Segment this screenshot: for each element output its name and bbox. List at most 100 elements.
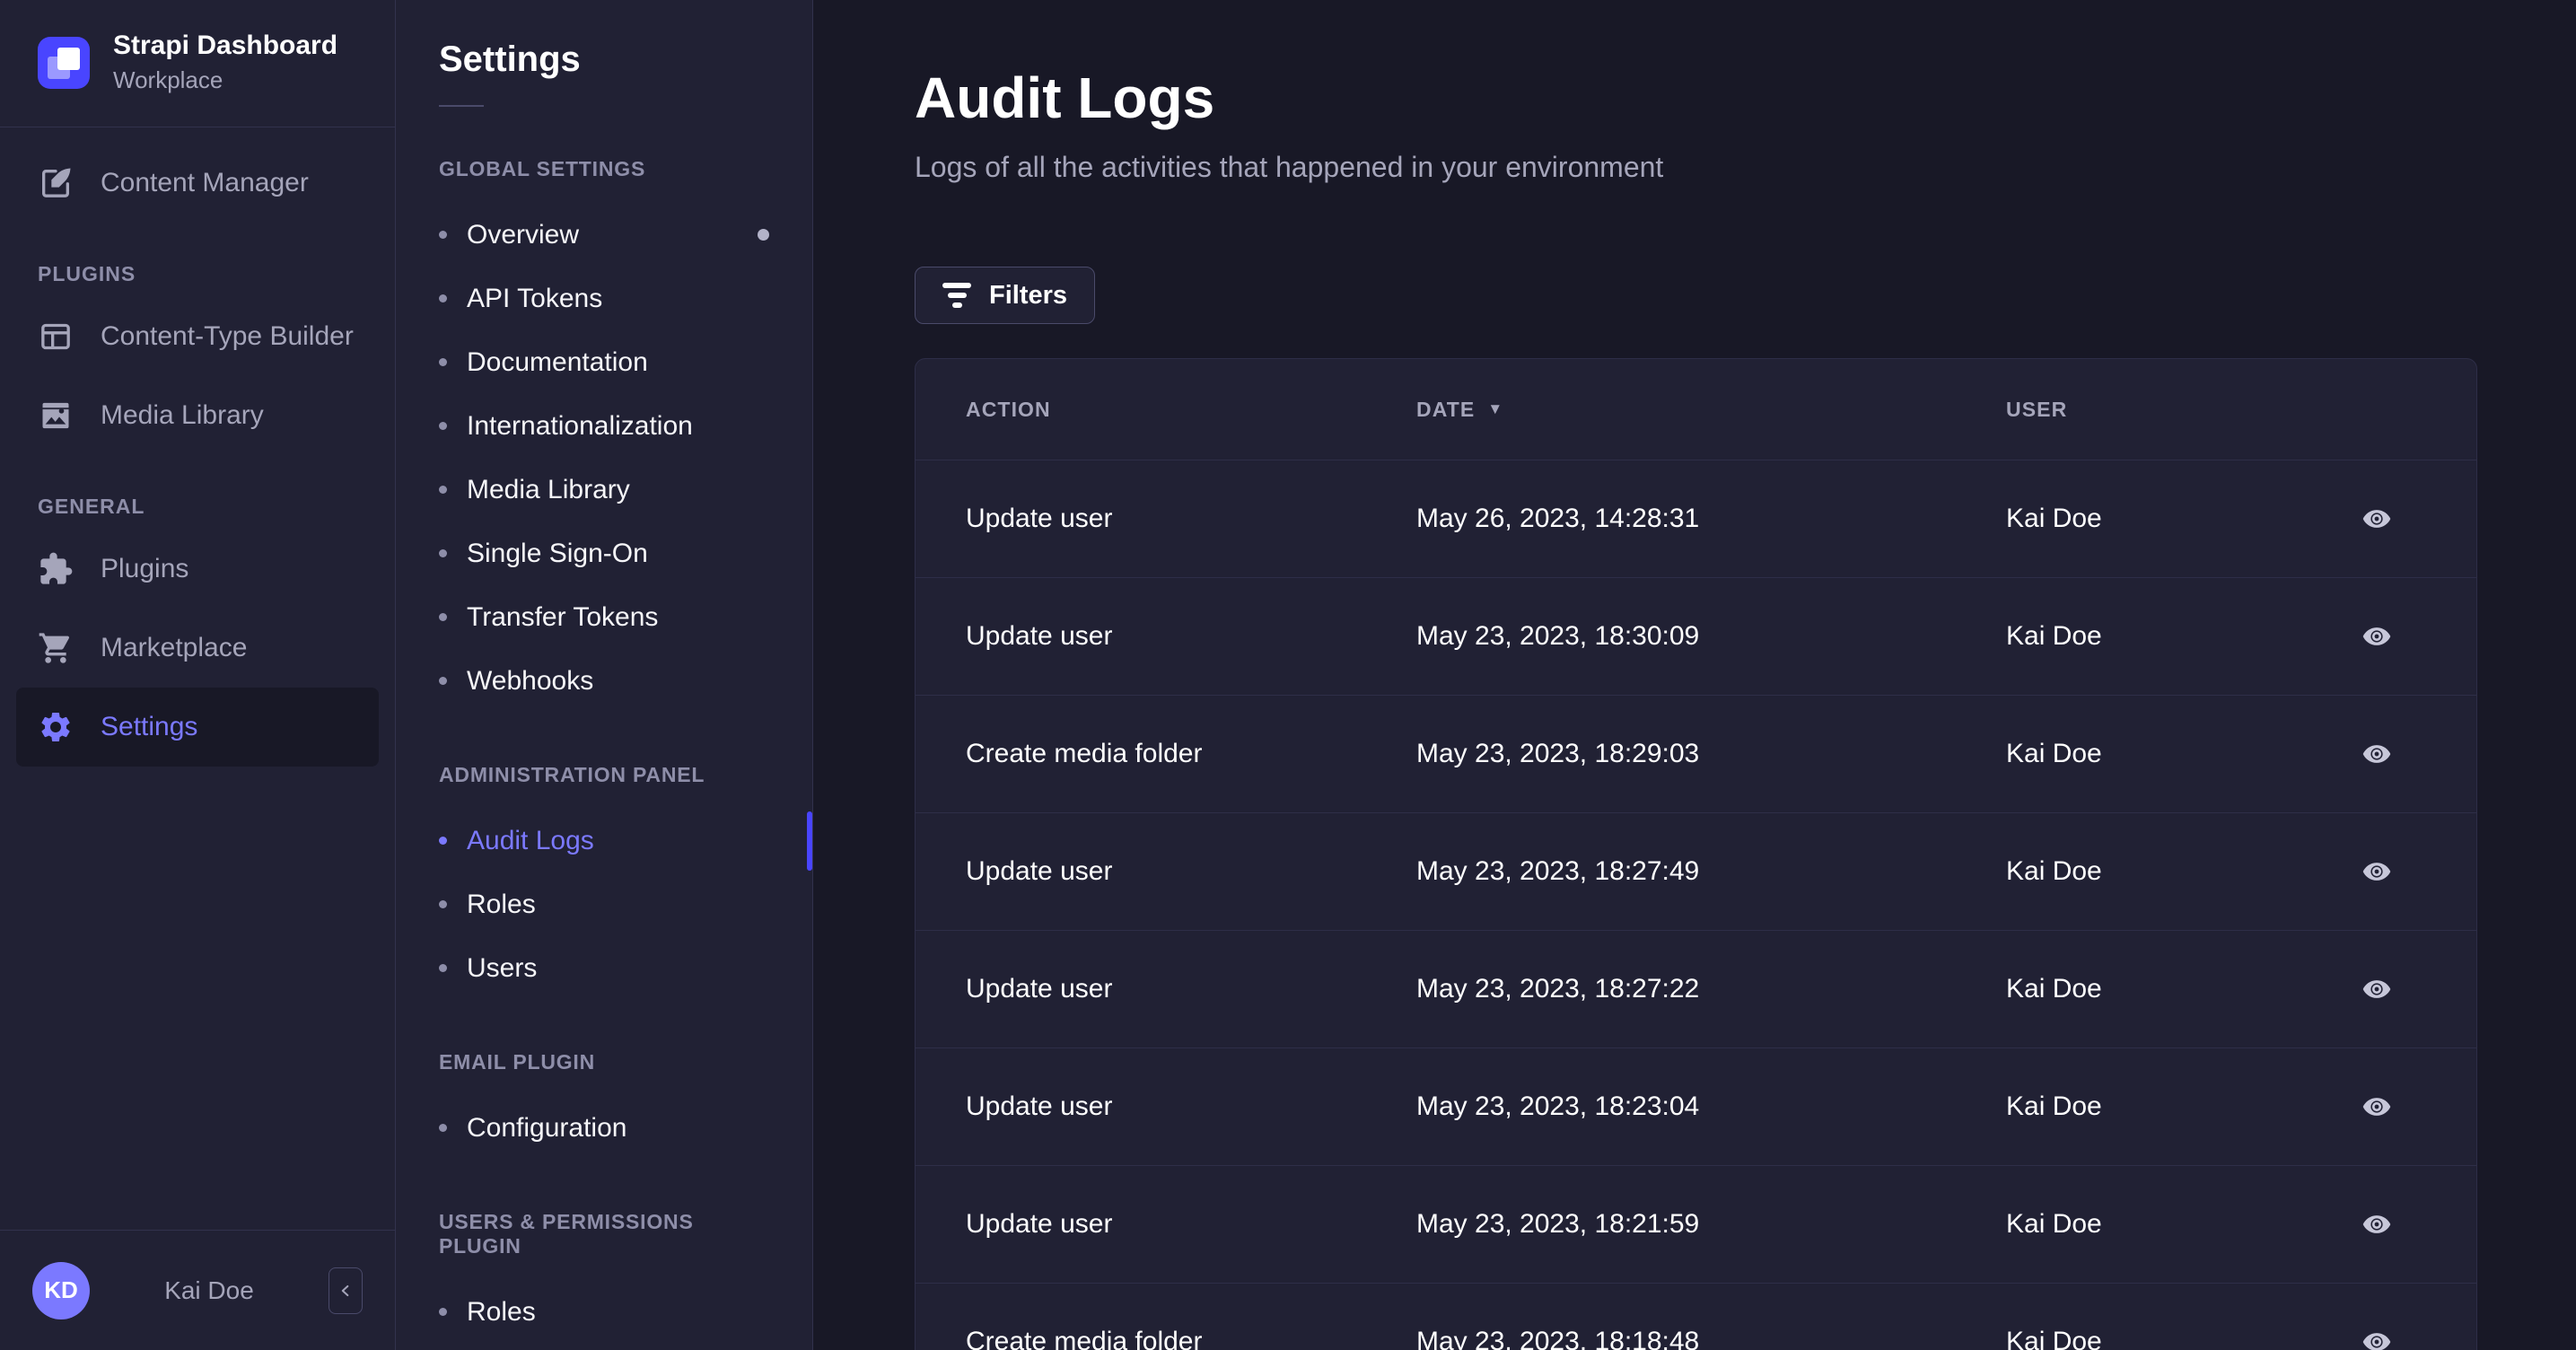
nav-item-content-type-builder[interactable]: Content-Type Builder <box>16 297 379 376</box>
subnav-item-audit-logs[interactable]: Audit Logs <box>396 809 812 872</box>
nav-item-content-manager[interactable]: Content Manager <box>16 144 379 223</box>
eye-icon <box>2362 1215 2391 1233</box>
subnav-label: Configuration <box>467 1112 627 1143</box>
nav-item-marketplace[interactable]: Marketplace <box>16 609 379 688</box>
view-details-button[interactable] <box>2355 1320 2398 1350</box>
subnav-item-api-tokens[interactable]: API Tokens <box>396 267 812 330</box>
subnav-label: Overview <box>467 219 580 250</box>
subnav-item-providers[interactable]: Providers <box>396 1344 812 1350</box>
nav-label: Content Manager <box>101 168 309 197</box>
nav-label: Media Library <box>101 400 264 430</box>
subnav-item-single-sign-on[interactable]: Single Sign-On <box>396 522 812 585</box>
cell-date: May 23, 2023, 18:21:59 <box>1416 1209 1700 1239</box>
subnav-item-configuration[interactable]: Configuration <box>396 1096 812 1160</box>
avatar: KD <box>32 1261 90 1319</box>
bullet-icon <box>439 900 447 908</box>
subnav-item-roles-admin[interactable]: Roles <box>396 872 812 936</box>
audit-logs-table: ACTION DATE ▼ USER Update user May 26, 2… <box>915 358 2477 1350</box>
subnav-section-email-plugin: EMAIL PLUGIN <box>439 1050 596 1074</box>
app-title: Strapi Dashboard <box>113 31 338 60</box>
subnav-item-roles-up[interactable]: Roles <box>396 1280 812 1344</box>
table-row: Update user May 23, 2023, 18:21:59 Kai D… <box>916 1165 2476 1283</box>
collapse-sidebar-button[interactable] <box>329 1267 363 1314</box>
cell-user: Kai Doe <box>2006 1327 2102 1350</box>
view-details-button[interactable] <box>2355 497 2398 540</box>
column-header-label: USER <box>2006 397 2068 421</box>
column-header-label: DATE <box>1416 397 1476 421</box>
subnav-item-webhooks[interactable]: Webhooks <box>396 649 812 713</box>
view-details-button[interactable] <box>2355 850 2398 893</box>
gear-icon <box>38 709 74 745</box>
subnav-item-documentation[interactable]: Documentation <box>396 330 812 394</box>
bullet-icon <box>439 422 447 430</box>
subnav-label: Documentation <box>467 346 648 377</box>
cell-date: May 23, 2023, 18:27:49 <box>1416 856 1700 886</box>
cell-user: Kai Doe <box>2006 504 2102 533</box>
filters-button[interactable]: Filters <box>915 267 1096 324</box>
nav-item-media-library[interactable]: Media Library <box>16 376 379 455</box>
subnav-label: Roles <box>467 1296 536 1327</box>
bullet-icon <box>439 1308 447 1316</box>
subnav-label: Transfer Tokens <box>467 601 659 632</box>
cell-action: Create media folder <box>966 1327 1203 1350</box>
workspace-brand[interactable]: Strapi Dashboard Workplace <box>0 0 395 127</box>
layout-grid-icon <box>38 319 74 355</box>
picture-icon <box>38 398 74 434</box>
cell-action: Update user <box>966 856 1113 886</box>
workspace-name: Workplace <box>113 66 223 93</box>
eye-icon <box>2362 980 2391 998</box>
view-details-button[interactable] <box>2355 968 2398 1011</box>
column-header-action: ACTION <box>966 398 1416 422</box>
cell-user: Kai Doe <box>2006 621 2102 651</box>
nav-section-plugins: PLUGINS <box>38 262 136 285</box>
subnav-label: Single Sign-On <box>467 538 648 568</box>
bullet-icon <box>439 837 447 845</box>
user-area: KD Kai Doe <box>0 1230 395 1350</box>
eye-icon <box>2362 745 2391 763</box>
view-details-button[interactable] <box>2355 732 2398 776</box>
column-header-date[interactable]: DATE ▼ <box>1416 398 2006 422</box>
sort-descending-icon[interactable]: ▼ <box>1487 400 1503 418</box>
filter-funnel-icon <box>942 283 971 308</box>
nav-item-settings[interactable]: Settings <box>16 688 379 767</box>
shopping-cart-icon <box>38 630 74 666</box>
view-details-button[interactable] <box>2355 1203 2398 1246</box>
subnav-list-global-settings: Overview API Tokens Documentation Intern… <box>396 203 812 713</box>
bullet-icon <box>439 677 447 685</box>
nav-item-plugins[interactable]: Plugins <box>16 530 379 609</box>
nav-label: Content-Type Builder <box>101 321 354 351</box>
subnav-section-global-settings: GLOBAL SETTINGS <box>439 157 646 180</box>
cell-action: Update user <box>966 1091 1113 1121</box>
cell-date: May 23, 2023, 18:23:04 <box>1416 1091 1700 1121</box>
cell-action: Update user <box>966 1209 1113 1239</box>
cell-date: May 23, 2023, 18:29:03 <box>1416 739 1700 768</box>
subnav-item-overview[interactable]: Overview <box>396 203 812 267</box>
bullet-icon <box>439 358 447 366</box>
subnav-label: Media Library <box>467 474 630 504</box>
nav-section-general: GENERAL <box>38 495 145 518</box>
bullet-icon <box>439 231 447 239</box>
table-row: Update user May 23, 2023, 18:30:09 Kai D… <box>916 577 2476 695</box>
cell-date: May 26, 2023, 14:28:31 <box>1416 504 1700 533</box>
subnav-label: Roles <box>467 889 536 919</box>
cell-date: May 23, 2023, 18:27:22 <box>1416 974 1700 1004</box>
subnav-item-users[interactable]: Users <box>396 936 812 1000</box>
subnav-item-internationalization[interactable]: Internationalization <box>396 394 812 458</box>
bullet-icon <box>439 964 447 972</box>
cell-user: Kai Doe <box>2006 739 2102 768</box>
subnav-item-transfer-tokens[interactable]: Transfer Tokens <box>396 585 812 649</box>
view-details-button[interactable] <box>2355 1085 2398 1128</box>
active-indicator-bar <box>807 811 812 871</box>
table-row: Create media folder May 23, 2023, 18:18:… <box>916 1283 2476 1350</box>
subnav-label: Internationalization <box>467 410 693 441</box>
logo-square-front <box>57 47 80 70</box>
subnav-label: Users <box>467 952 538 983</box>
table-row: Update user May 23, 2023, 18:23:04 Kai D… <box>916 1048 2476 1165</box>
cell-user: Kai Doe <box>2006 856 2102 886</box>
eye-icon <box>2362 510 2391 528</box>
subnav-label: Webhooks <box>467 665 594 696</box>
eye-icon <box>2362 1333 2391 1350</box>
subnav-item-media-library[interactable]: Media Library <box>396 458 812 522</box>
view-details-button[interactable] <box>2355 615 2398 658</box>
cell-user: Kai Doe <box>2006 974 2102 1004</box>
